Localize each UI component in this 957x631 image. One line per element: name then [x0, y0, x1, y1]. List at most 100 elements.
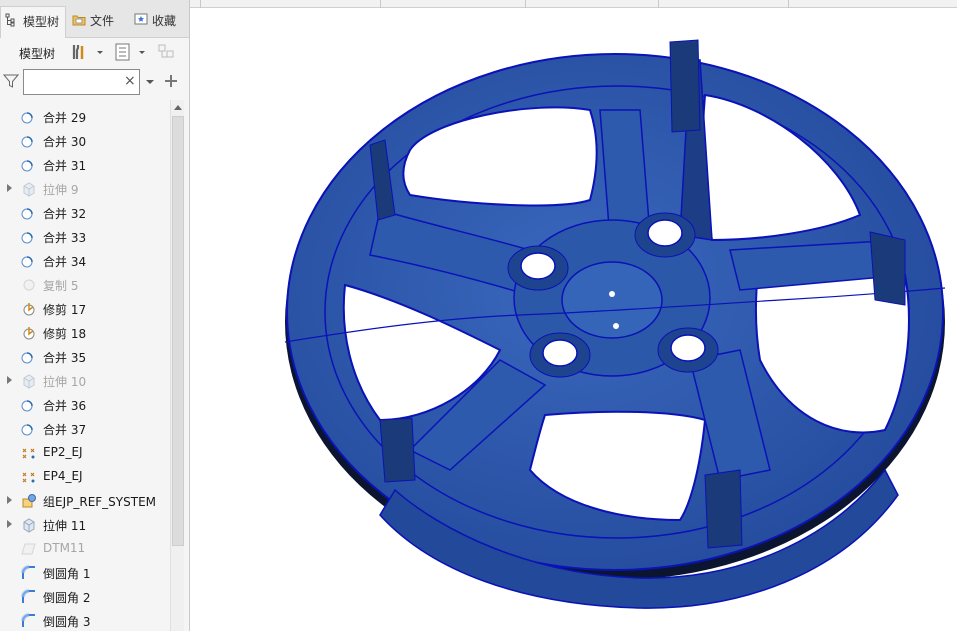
tree-item[interactable]: 倒圆角 3 — [0, 609, 170, 631]
tree-item[interactable]: 修剪 17 — [0, 297, 170, 321]
tab-favorites[interactable]: 收藏 — [134, 6, 189, 38]
merge-icon — [21, 133, 37, 149]
tree-item[interactable]: 合并 34 — [0, 249, 170, 273]
tree-item[interactable]: 倒圆角 2 — [0, 585, 170, 609]
tree-item[interactable]: DTM11 — [0, 537, 170, 561]
tree-item[interactable]: 复制 5 — [0, 273, 170, 297]
tree-item[interactable]: 合并 29 — [0, 105, 170, 129]
tree-item[interactable]: 合并 35 — [0, 345, 170, 369]
tree-item[interactable]: 拉伸 11 — [0, 513, 170, 537]
tree-item-label: 合并 36 — [43, 399, 87, 413]
tree-item-label: 倒圆角 3 — [43, 615, 91, 629]
extrude-icon — [21, 517, 37, 533]
tree-item-label: 合并 29 — [43, 111, 87, 125]
tab-files[interactable]: 文件 — [72, 6, 130, 38]
lug-boss — [529, 332, 591, 378]
tree-item[interactable]: EP4_EJ — [0, 465, 170, 489]
panel-tabs: 模型树 文件 收藏 — [0, 0, 189, 38]
tree-item[interactable]: 拉伸 9 — [0, 177, 170, 201]
merge-icon — [21, 205, 37, 221]
favorites-icon — [134, 13, 148, 25]
extrude-icon — [21, 373, 37, 389]
tree-item[interactable]: 合并 36 — [0, 393, 170, 417]
tree-item-label: 倒圆角 1 — [43, 567, 91, 581]
expand-arrow-icon[interactable] — [7, 376, 12, 384]
rim-clip — [704, 469, 743, 549]
chevron-down-icon[interactable] — [145, 77, 155, 87]
search-bar: × — [0, 66, 189, 98]
merge-icon — [21, 397, 37, 413]
model-tree: 合并 29 合并 30 合并 31 拉伸 9 合并 32 合并 33 合并 34 复制 5 修剪… — [0, 100, 170, 631]
expand-arrow-icon[interactable] — [7, 520, 12, 528]
expand-arrow-icon[interactable] — [7, 184, 12, 192]
ribbon-separator — [658, 0, 659, 8]
show-list-icon[interactable] — [113, 43, 133, 61]
scroll-up-icon[interactable] — [174, 105, 182, 110]
expand-arrow-icon[interactable] — [7, 496, 12, 504]
tab-model-tree[interactable]: 模型树 — [0, 6, 66, 38]
tree-item[interactable]: 合并 31 — [0, 153, 170, 177]
model-tree-panel: 模型树 文件 收藏 模型树 × 合并 29 合并 30 合并 31 拉伸 9 合… — [0, 0, 190, 631]
tree-item[interactable]: 合并 37 — [0, 417, 170, 441]
tree-item-label: 组EJP_REF_SYSTEM — [43, 495, 157, 509]
tree-scrollbar[interactable] — [170, 100, 184, 631]
merge-icon — [21, 157, 37, 173]
datum-point-icon — [21, 469, 37, 485]
tree-item-label: 拉伸 9 — [43, 183, 79, 197]
scroll-thumb[interactable] — [172, 116, 184, 546]
ribbon-separator — [525, 0, 526, 8]
search-input[interactable] — [23, 69, 140, 95]
chevron-down-icon[interactable] — [95, 43, 105, 61]
trim-icon — [21, 325, 37, 341]
tree-item[interactable]: 合并 32 — [0, 201, 170, 225]
tab-label: 模型树 — [23, 15, 60, 29]
tree-item-label: 合并 34 — [43, 255, 87, 269]
merge-icon — [21, 349, 37, 365]
tree-item-label: 拉伸 11 — [43, 519, 87, 533]
tree-item-label: 拉伸 10 — [43, 375, 87, 389]
tree-item-label: 合并 37 — [43, 423, 87, 437]
chevron-down-icon[interactable] — [137, 43, 147, 61]
wheel-model-3d[interactable] — [190, 9, 957, 631]
graphics-viewport[interactable] — [190, 9, 957, 631]
tree-item[interactable]: EP2_EJ — [0, 441, 170, 465]
ribbon-separator — [788, 0, 789, 8]
app-window: 模型树 文件 收藏 模型树 × 合并 29 合并 30 合并 31 拉伸 9 合… — [0, 0, 957, 631]
tree-item-label: 合并 31 — [43, 159, 87, 173]
add-icon[interactable] — [164, 74, 178, 88]
rim-clip — [669, 39, 701, 133]
tree-item[interactable]: 合并 33 — [0, 225, 170, 249]
ribbon-strip — [190, 0, 957, 8]
lug-boss — [507, 245, 569, 291]
tree-item-label: 合并 35 — [43, 351, 87, 365]
tree-item-label: EP4_EJ — [43, 469, 83, 483]
tab-label: 收藏 — [152, 14, 177, 28]
tree-toolbar-label: 模型树 — [19, 47, 56, 61]
tree-icon — [5, 13, 15, 27]
filter-settings-icon[interactable] — [157, 43, 179, 61]
tree-item[interactable]: 倒圆角 1 — [0, 561, 170, 585]
settings-tools-icon[interactable] — [70, 43, 90, 61]
tree-item-label: 复制 5 — [43, 279, 79, 293]
lug-boss — [657, 327, 719, 373]
lug-boss — [634, 212, 696, 258]
tree-item-label: 合并 33 — [43, 231, 87, 245]
filter-icon[interactable] — [3, 73, 19, 89]
trim-icon — [21, 301, 37, 317]
clear-icon[interactable]: × — [124, 73, 136, 89]
tree-item-label: 修剪 18 — [43, 327, 87, 341]
tree-item-label: 合并 30 — [43, 135, 87, 149]
tree-item[interactable]: 拉伸 10 — [0, 369, 170, 393]
ribbon-separator — [200, 0, 201, 8]
tree-item-label: EP2_EJ — [43, 445, 83, 459]
copy-icon — [21, 277, 37, 293]
rim-clip — [869, 231, 906, 306]
group-icon — [21, 493, 37, 509]
tree-item[interactable]: 组EJP_REF_SYSTEM — [0, 489, 170, 513]
tree-item[interactable]: 修剪 18 — [0, 321, 170, 345]
datum-plane-icon — [21, 541, 37, 557]
hub-center — [561, 261, 663, 339]
tree-item[interactable]: 合并 30 — [0, 129, 170, 153]
round-icon — [21, 565, 37, 581]
tab-label: 文件 — [90, 14, 115, 28]
